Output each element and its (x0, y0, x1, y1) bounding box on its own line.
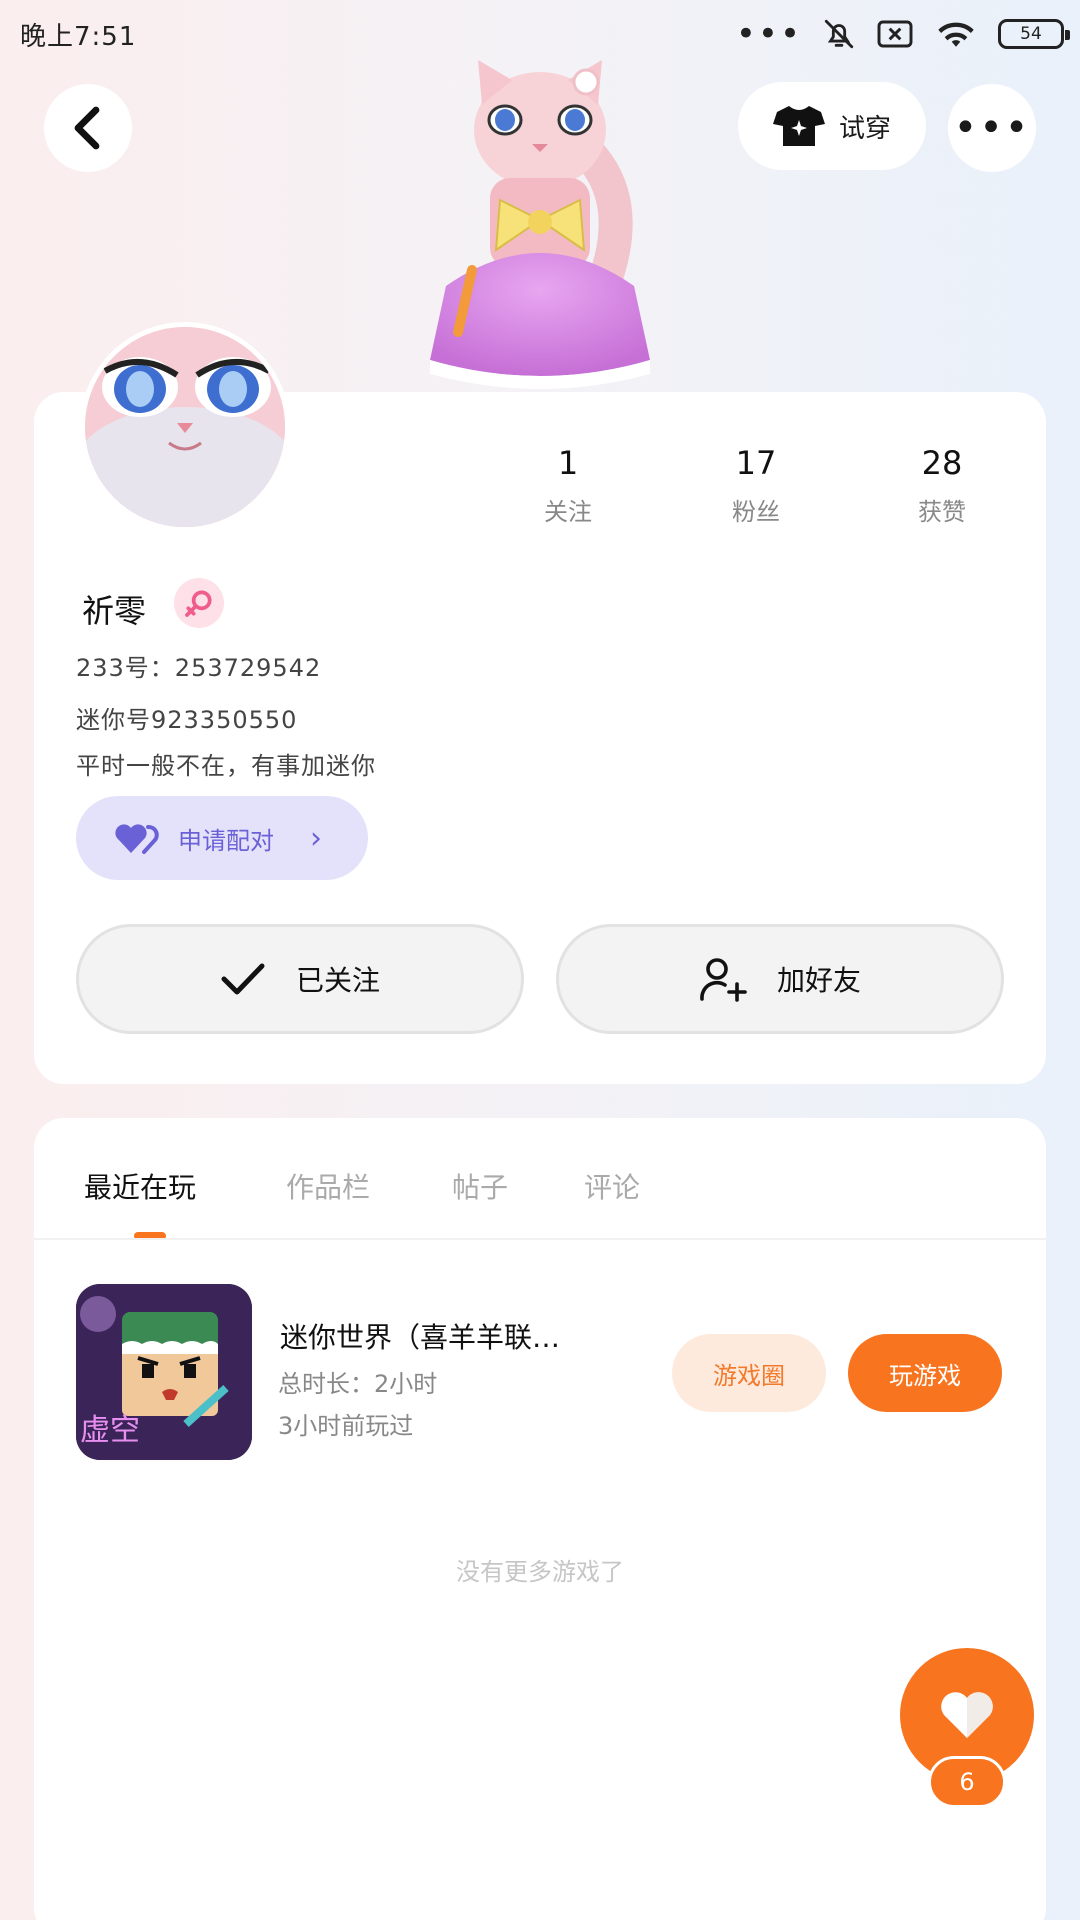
followed-button[interactable]: 已关注 (76, 924, 524, 1034)
stat-following[interactable]: 1 关注 (508, 444, 628, 527)
no-more-games-text: 没有更多游戏了 (456, 1558, 624, 1586)
game-icon-image: 虚空 (76, 1284, 252, 1460)
game-total-duration: 总时长：2小时 (278, 1370, 438, 1398)
status-icons: ••• 54 (735, 12, 1070, 56)
like-count-badge: 6 (928, 1756, 1006, 1808)
game-circle-button[interactable]: 游戏圈 (672, 1334, 826, 1412)
try-on-label: 试穿 (838, 113, 891, 144)
username: 祈零 (82, 592, 147, 630)
battery-icon: 54 (998, 19, 1070, 49)
chevron-left-icon (74, 106, 100, 150)
status-time: 晚上7:51 (20, 22, 137, 52)
chevron-right-icon: › (310, 820, 322, 856)
apply-pair-label: 申请配对 (178, 826, 274, 855)
stat-fans[interactable]: 17 粉丝 (696, 444, 816, 527)
tab-works[interactable]: 作品栏 (286, 1166, 370, 1206)
apply-pair-button[interactable]: 申请配对 › (76, 796, 368, 880)
add-user-icon (700, 958, 747, 1002)
heart-pair-icon (115, 824, 159, 854)
add-friend-button[interactable]: 加好友 (556, 924, 1004, 1034)
tab-posts[interactable]: 帖子 (452, 1166, 508, 1206)
check-icon (221, 963, 265, 995)
battery-level: 54 (1020, 24, 1042, 44)
game-last-played: 3小时前玩过 (278, 1412, 414, 1440)
stat-likes-value: 28 (921, 444, 963, 482)
stat-fans-value: 17 (735, 444, 777, 482)
stat-fans-label: 粉丝 (732, 498, 780, 526)
mini-id: 迷你号923350550 (76, 706, 298, 734)
heart-icon (941, 1692, 993, 1738)
followed-label: 已关注 (295, 964, 380, 997)
bell-off-icon (824, 19, 854, 49)
character-model-image (430, 60, 650, 389)
play-game-button[interactable]: 玩游戏 (848, 1334, 1002, 1412)
game-icon-overlay-text: 虚空 (80, 1413, 140, 1448)
more-dots-icon: ••• (953, 105, 1031, 151)
tshirt-icon (772, 106, 825, 146)
tab-comments[interactable]: 评论 (584, 1166, 640, 1206)
female-gender-icon (174, 578, 224, 628)
status-bar: 晚上7:51 ••• 54 (0, 0, 1080, 66)
add-friend-label: 加好友 (776, 964, 861, 997)
wifi-icon (938, 22, 974, 47)
avatar[interactable] (80, 322, 290, 532)
stat-likes[interactable]: 28 获赞 (882, 444, 1002, 527)
game-title[interactable]: 迷你世界（喜羊羊联… (280, 1316, 620, 1356)
tab-divider (34, 1238, 1046, 1240)
try-on-button[interactable]: 试穿 (738, 82, 926, 170)
more-dots-icon: ••• (735, 14, 802, 54)
id-233: 233号：253729542 (76, 654, 322, 682)
stat-following-value: 1 (557, 444, 579, 482)
game-icon[interactable]: 虚空 (76, 1284, 252, 1460)
more-options-button[interactable]: ••• (948, 84, 1036, 172)
bio: 平时一般不在，有事加迷你 (76, 752, 376, 780)
avatar-image (85, 327, 285, 527)
stat-following-label: 关注 (544, 498, 592, 526)
tab-recent-playing[interactable]: 最近在玩 (84, 1166, 196, 1206)
close-box-icon (877, 20, 913, 48)
back-button[interactable] (44, 84, 132, 172)
stat-likes-label: 获赞 (918, 498, 966, 526)
